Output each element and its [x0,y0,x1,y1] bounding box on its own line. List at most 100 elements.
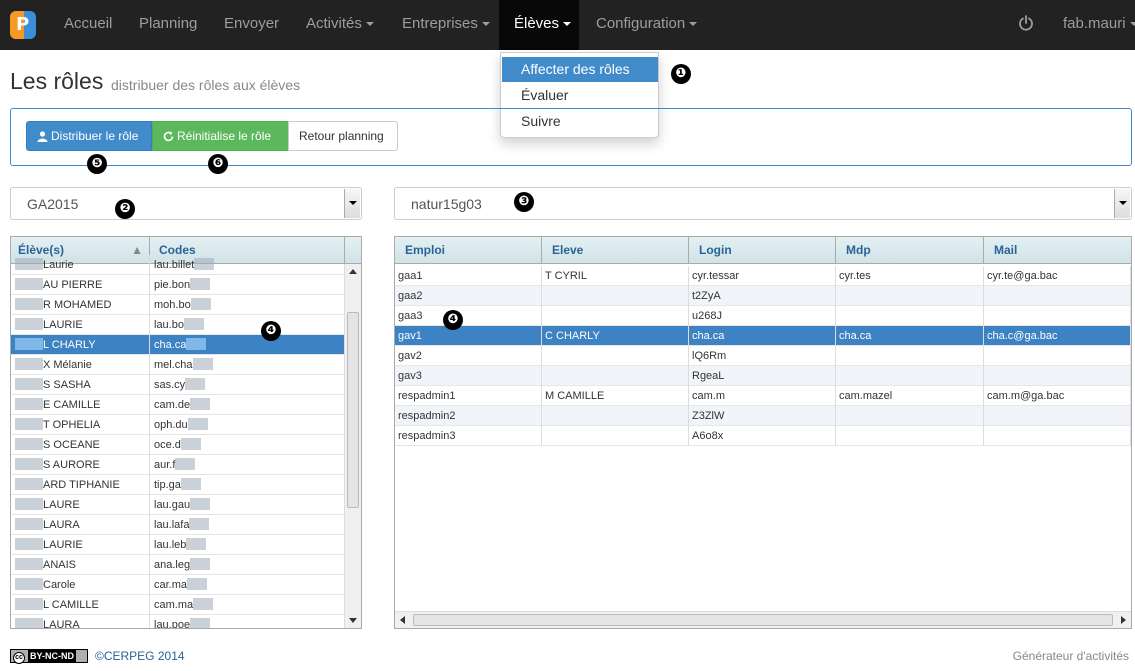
role-eleve-cell [542,366,689,386]
role-mail-cell [984,406,1131,426]
nav-accueil[interactable]: Accueil [64,0,112,50]
scroll-thumb[interactable] [413,614,1113,626]
student-row[interactable]: E CAMILLE cam.de [11,395,345,415]
role-login-cell: A6o8x [689,426,836,446]
role-row[interactable]: gav2 lQ6Rm [395,346,1131,366]
menu-item-evaluer[interactable]: Évaluer [502,83,658,108]
redacted-block [15,338,43,350]
student-code-cell: oce.d [151,435,345,455]
callout-marker-2: ❷ [115,199,135,219]
student-name-cell: LAURIE [11,315,150,335]
user-icon [37,131,48,142]
activity-select-value: natur15g03 [411,196,482,212]
student-row[interactable]: Laurie lau.billet [11,255,345,275]
role-login-cell: Z3ZlW [689,406,836,426]
col-header-mail[interactable]: Mail [984,237,1131,264]
redacted-block [186,338,207,350]
student-code-cell: cam.de [151,395,345,415]
footer-copyright[interactable]: ©CERPEG 2014 [95,649,185,663]
activity-select[interactable]: natur15g03 [394,187,1132,220]
role-mdp-cell [836,366,984,386]
role-mail-cell [984,426,1131,446]
role-mail-cell: cam.m@ga.bac [984,386,1131,406]
student-row[interactable]: LAURIE lau.bo [11,315,345,335]
role-row[interactable]: gav3 RgeaL [395,366,1131,386]
student-row[interactable]: L CAMILLE cam.ma [11,595,345,615]
nav-envoyer[interactable]: Envoyer [224,0,279,50]
scroll-thumb[interactable] [347,312,359,508]
group-select[interactable]: GA2015 [10,187,362,220]
student-row[interactable]: L CHARLY cha.ca [11,335,345,355]
role-eleve-cell [542,286,689,306]
role-mail-cell [984,366,1131,386]
scroll-left-icon[interactable] [400,616,405,624]
student-code-cell: lau.poe [151,615,345,628]
vertical-scrollbar[interactable] [344,264,361,628]
student-row[interactable]: T OPHELIA oph.du [11,415,345,435]
redacted-block [15,258,43,270]
student-row[interactable]: R MOHAMED moh.bo [11,295,345,315]
app-logo[interactable]: P [10,11,36,39]
callout-marker-5: ❺ [87,154,107,174]
reset-role-button[interactable]: Réinitialise le rôle [152,121,289,151]
role-eleve-cell [542,346,689,366]
nav-activites[interactable]: Activités [306,0,374,50]
nav-eleves[interactable]: Élèves [499,0,579,50]
student-row[interactable]: S AURORE aur.f [11,455,345,475]
nav-planning[interactable]: Planning [139,0,197,50]
redacted-block [15,478,43,490]
role-mdp-cell [836,286,984,306]
user-menu[interactable]: fab.mauri [1063,0,1135,50]
col-header-mdp[interactable]: Mdp [836,237,984,264]
student-row[interactable]: X Mélanie mel.cha [11,355,345,375]
role-row[interactable]: gaa2 t2ZyA [395,286,1131,306]
scroll-right-icon[interactable] [1121,616,1126,624]
col-header-emploi[interactable]: Emploi [395,237,542,264]
student-row[interactable]: S SASHA sas.cy [11,375,345,395]
horizontal-scrollbar[interactable] [395,611,1131,628]
student-row[interactable]: LAURE lau.gau [11,495,345,515]
callout-marker-1: ❶ [671,64,691,84]
student-name-cell: T OPHELIA [11,415,150,435]
redacted-block [190,498,211,510]
student-name-cell: E CAMILLE [11,395,150,415]
back-planning-button[interactable]: Retour planning [288,121,398,151]
student-row[interactable]: ANAIS ana.leg [11,555,345,575]
role-row[interactable]: respadmin1 M CAMILLE cam.m cam.mazel cam.m@g… [395,386,1131,406]
menu-item-affecter-roles[interactable]: Affecter des rôles [502,57,658,82]
select-arrow-icon[interactable] [1114,189,1130,218]
redacted-block [185,378,206,390]
role-row[interactable]: gaa1 T CYRIL cyr.tessar cyr.tes cyr.te@ga.ba… [395,266,1131,286]
role-row[interactable]: respadmin3 A6o8x [395,426,1131,446]
student-row[interactable]: S OCEANE oce.d [11,435,345,455]
role-emploi-cell: respadmin2 [395,406,542,426]
scroll-up-icon[interactable] [349,269,357,274]
student-name-cell: L CAMILLE [11,595,150,615]
col-header-login[interactable]: Login [689,237,836,264]
student-code-cell: lau.lafa [151,515,345,535]
students-grid: Élève(s) ▲ Codes Laurie lau.billet AU PIERR… [10,236,362,629]
student-row[interactable]: LAURIE lau.leb [11,535,345,555]
nav-configuration[interactable]: Configuration [596,0,698,50]
power-icon[interactable] [1018,15,1034,31]
cc-license-badge[interactable]: cc BY-NC-ND [10,649,88,664]
student-row[interactable]: LAURA lau.poe [11,615,345,628]
student-row[interactable]: ARD TIPHANIE tip.ga [11,475,345,495]
role-mdp-cell: cyr.tes [836,266,984,286]
col-header-eleve[interactable]: Eleve [542,237,689,264]
role-row[interactable]: gav1 C CHARLY cha.ca cha.ca cha.c@ga.bac [395,326,1131,346]
select-arrow-icon[interactable] [344,189,360,218]
role-row[interactable]: gaa3 u268J [395,306,1131,326]
student-row[interactable]: LAURA lau.lafa [11,515,345,535]
student-row[interactable]: AU PIERRE pie.bon [11,275,345,295]
role-emploi-cell: respadmin3 [395,426,542,446]
scroll-down-icon[interactable] [349,618,357,623]
student-row[interactable]: Carole car.ma [11,575,345,595]
role-mdp-cell: cam.mazel [836,386,984,406]
role-row[interactable]: respadmin2 Z3ZlW [395,406,1131,426]
distribute-role-button[interactable]: Distribuer le rôle [26,121,152,151]
nav-entreprises[interactable]: Entreprises [402,0,490,50]
redacted-block [15,598,43,610]
student-code-cell: cha.ca [151,335,345,355]
role-eleve-cell [542,406,689,426]
